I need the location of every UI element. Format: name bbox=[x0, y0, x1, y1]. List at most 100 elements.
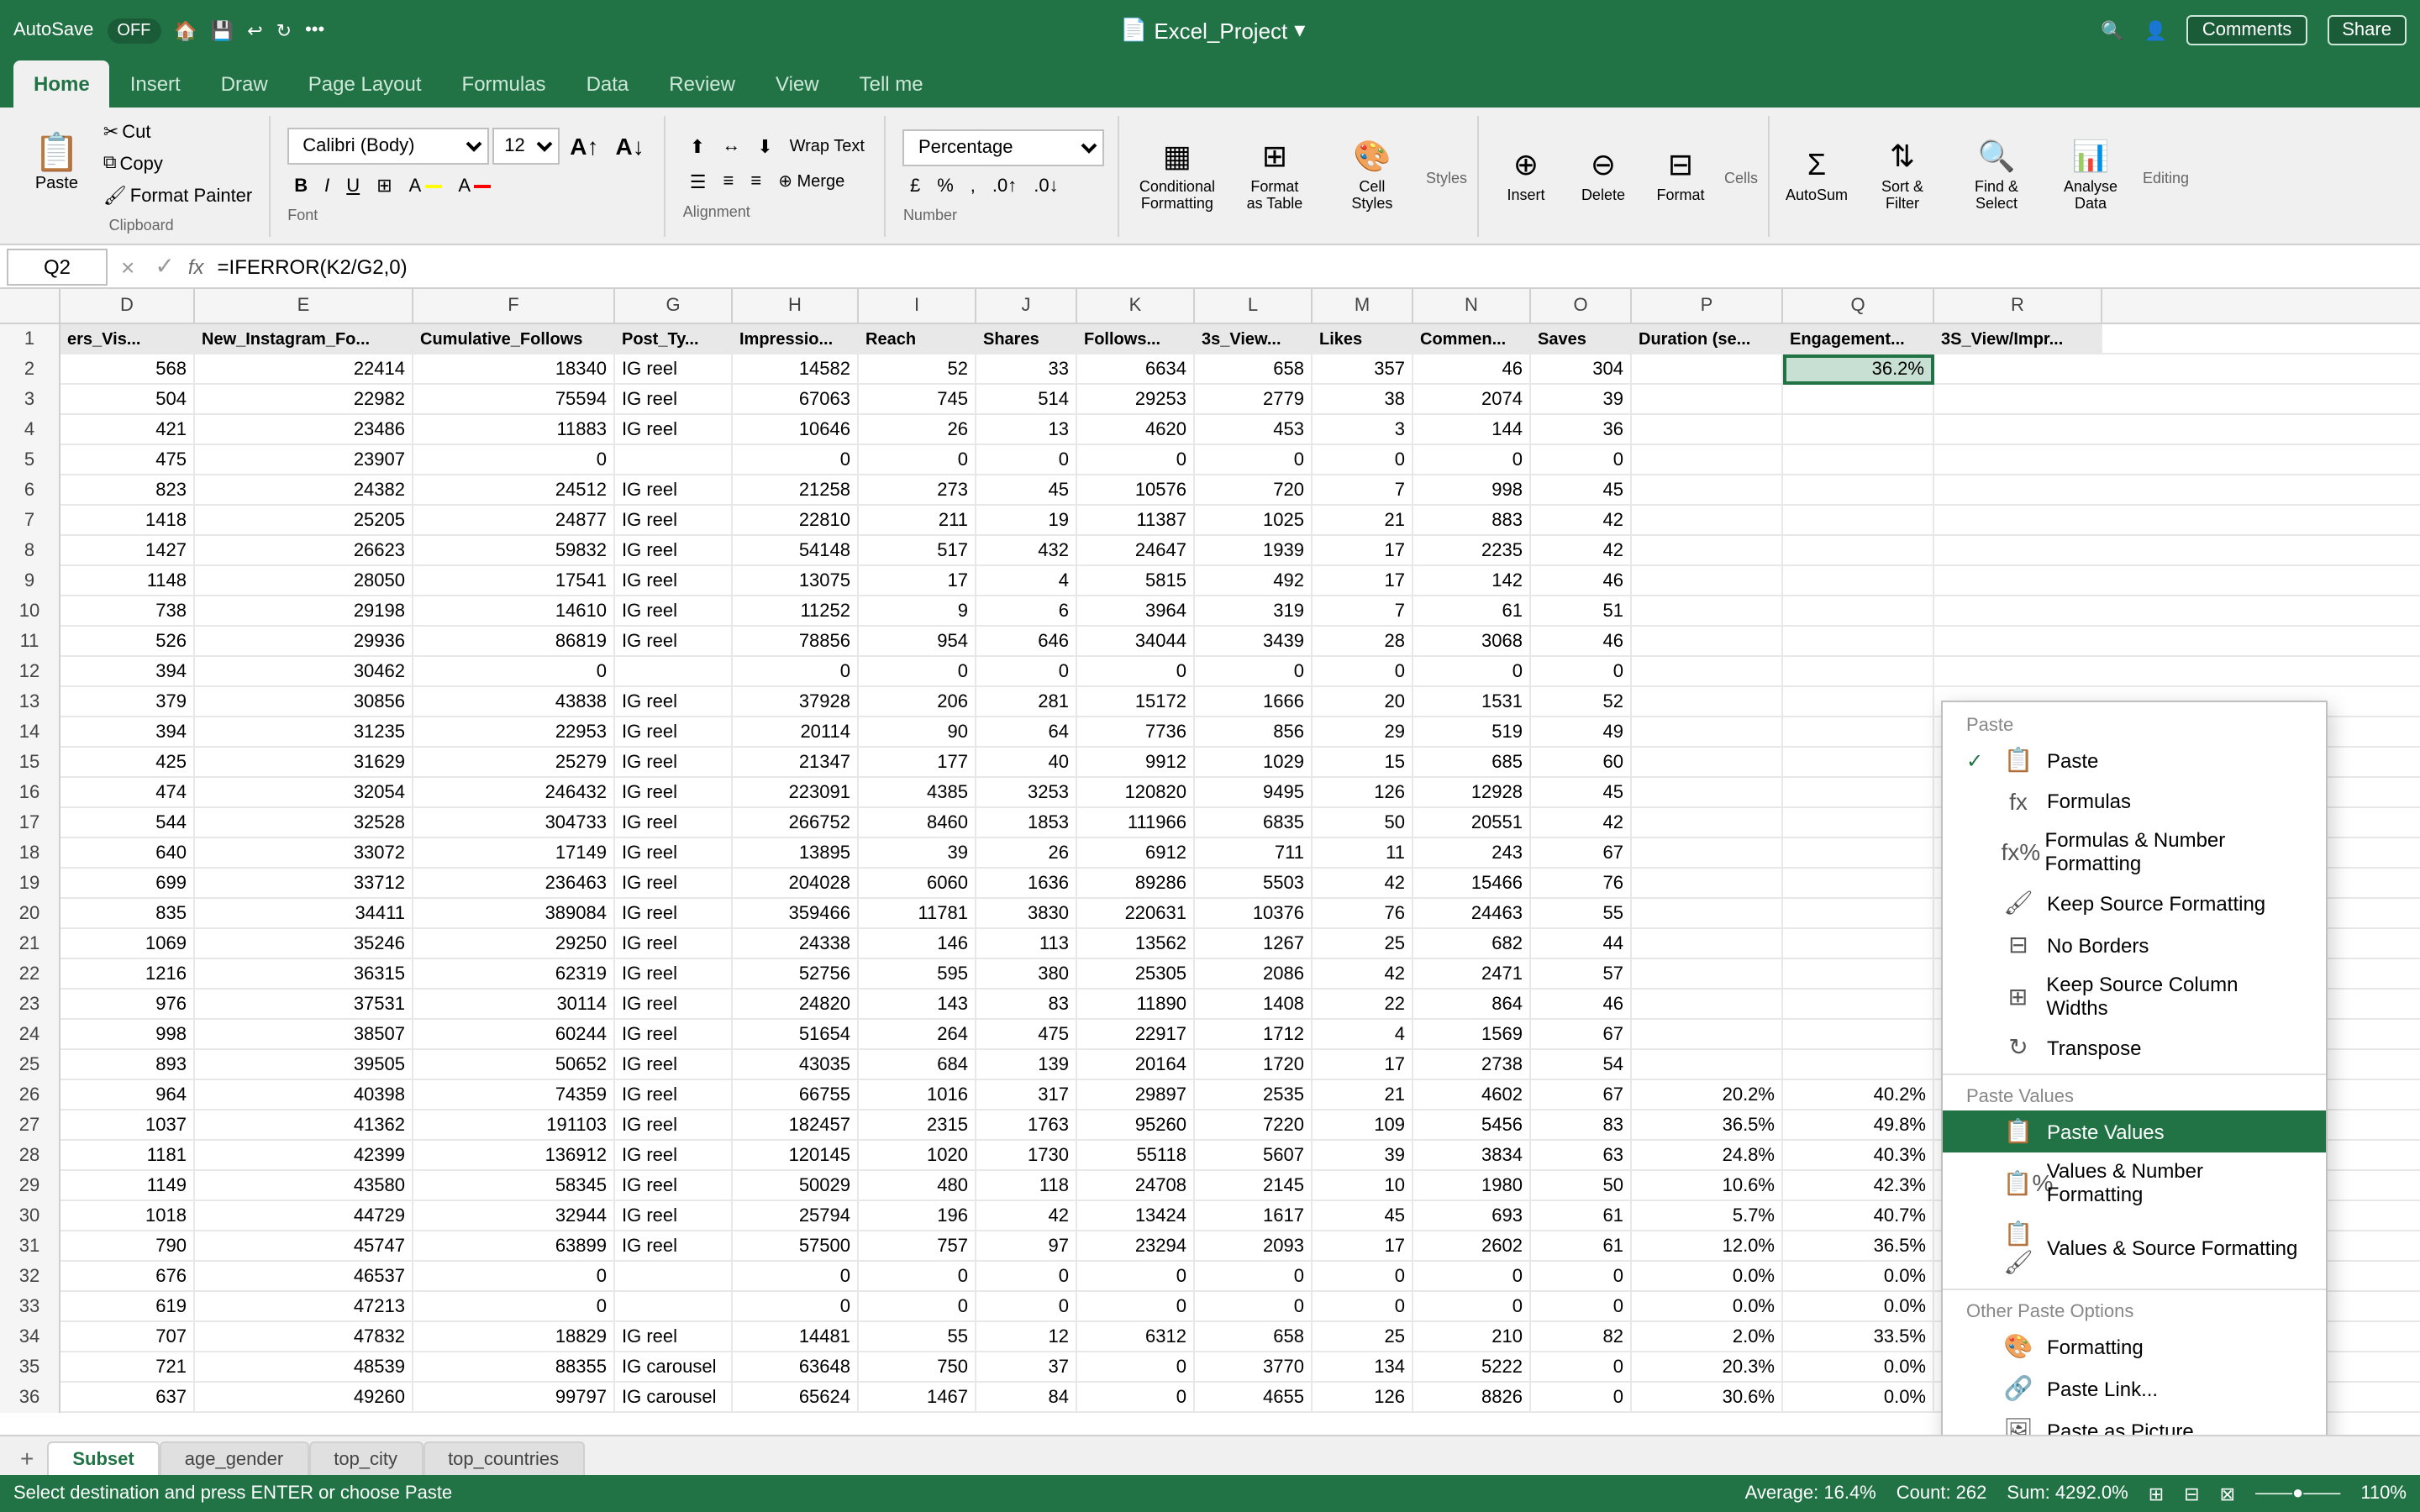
cell[interactable]: 24708 bbox=[1077, 1171, 1195, 1201]
cell[interactable]: 177 bbox=[859, 748, 976, 778]
cell[interactable]: IG reel bbox=[615, 1141, 733, 1171]
align-middle-button[interactable]: ↔ bbox=[715, 133, 747, 160]
sum-button[interactable]: Σ AutoSum bbox=[1783, 144, 1850, 207]
cell[interactable]: 10646 bbox=[733, 415, 859, 445]
cell[interactable]: Saves bbox=[1531, 324, 1632, 354]
cell[interactable]: 33 bbox=[976, 354, 1077, 385]
cell[interactable]: 24382 bbox=[195, 475, 413, 506]
cell[interactable]: 9495 bbox=[1195, 778, 1313, 808]
keep-source-item[interactable]: 🖌 Keep Source Formatting bbox=[1943, 882, 2326, 924]
cell[interactable]: 24338 bbox=[733, 929, 859, 959]
cell[interactable]: IG reel bbox=[615, 415, 733, 445]
cell[interactable]: 658 bbox=[1195, 354, 1313, 385]
cell[interactable]: 40.2% bbox=[1783, 1080, 1934, 1110]
cell[interactable]: 0.0% bbox=[1783, 1292, 1934, 1322]
cell[interactable]: 0 bbox=[1413, 657, 1531, 687]
cell[interactable]: Post_Ty... bbox=[615, 324, 733, 354]
cell[interactable]: 619 bbox=[60, 1292, 195, 1322]
cell[interactable] bbox=[1783, 596, 1934, 627]
cell[interactable]: 0 bbox=[1313, 1292, 1413, 1322]
cell[interactable]: 31629 bbox=[195, 748, 413, 778]
cell[interactable]: 44 bbox=[1531, 929, 1632, 959]
cell[interactable]: 76 bbox=[1313, 899, 1413, 929]
cell[interactable]: 0 bbox=[976, 1292, 1077, 1322]
cell[interactable]: 55 bbox=[1531, 899, 1632, 929]
tab-tell-me[interactable]: Tell me bbox=[839, 60, 944, 108]
col-header-o[interactable]: O bbox=[1531, 289, 1632, 323]
align-bottom-button[interactable]: ⬇ bbox=[750, 132, 779, 160]
cell[interactable]: 31235 bbox=[195, 717, 413, 748]
copy-button[interactable]: ⧉ Copy bbox=[97, 150, 259, 178]
cell[interactable]: 1016 bbox=[859, 1080, 976, 1110]
cell[interactable]: 6912 bbox=[1077, 838, 1195, 869]
cell[interactable]: 36315 bbox=[195, 959, 413, 990]
cell[interactable]: 34044 bbox=[1077, 627, 1195, 657]
cell[interactable]: 86819 bbox=[413, 627, 615, 657]
cell[interactable]: 143 bbox=[859, 990, 976, 1020]
cell[interactable] bbox=[615, 657, 733, 687]
cell[interactable]: 30462 bbox=[195, 657, 413, 687]
cell[interactable]: 46 bbox=[1531, 627, 1632, 657]
cell[interactable]: 0 bbox=[1077, 1292, 1195, 1322]
cell[interactable]: 18829 bbox=[413, 1322, 615, 1352]
tab-data[interactable]: Data bbox=[566, 60, 650, 108]
cell[interactable] bbox=[1632, 445, 1783, 475]
cell[interactable]: 52 bbox=[859, 354, 976, 385]
cell[interactable]: IG reel bbox=[615, 899, 733, 929]
cell[interactable]: 394 bbox=[60, 717, 195, 748]
cell[interactable]: 745 bbox=[859, 385, 976, 415]
cell[interactable] bbox=[1632, 1020, 1783, 1050]
tab-draw[interactable]: Draw bbox=[201, 60, 288, 108]
cell[interactable]: 39 bbox=[859, 838, 976, 869]
cell[interactable]: 23907 bbox=[195, 445, 413, 475]
add-sheet-button[interactable]: + bbox=[7, 1441, 47, 1475]
cell[interactable]: 17 bbox=[1313, 1231, 1413, 1262]
cell[interactable]: 17 bbox=[1313, 536, 1413, 566]
cell[interactable]: IG reel bbox=[615, 1050, 733, 1080]
col-header-q[interactable]: Q bbox=[1783, 289, 1934, 323]
cell[interactable]: 24512 bbox=[413, 475, 615, 506]
cell[interactable]: 1216 bbox=[60, 959, 195, 990]
cell[interactable]: 1712 bbox=[1195, 1020, 1313, 1050]
cell[interactable]: 10376 bbox=[1195, 899, 1313, 929]
cell[interactable] bbox=[1783, 415, 1934, 445]
cell[interactable]: 41362 bbox=[195, 1110, 413, 1141]
bold-button[interactable]: B bbox=[287, 172, 314, 199]
cell[interactable] bbox=[1783, 929, 1934, 959]
cell[interactable]: 640 bbox=[60, 838, 195, 869]
cell[interactable]: 1531 bbox=[1413, 687, 1531, 717]
cell[interactable]: 5815 bbox=[1077, 566, 1195, 596]
cell[interactable]: 389084 bbox=[413, 899, 615, 929]
cell[interactable]: 658 bbox=[1195, 1322, 1313, 1352]
cell[interactable]: 12.0% bbox=[1632, 1231, 1783, 1262]
cell[interactable]: 78856 bbox=[733, 627, 859, 657]
cell[interactable]: 25305 bbox=[1077, 959, 1195, 990]
cell[interactable]: 682 bbox=[1413, 929, 1531, 959]
cell[interactable]: 3770 bbox=[1195, 1352, 1313, 1383]
cell[interactable]: IG reel bbox=[615, 475, 733, 506]
cell[interactable] bbox=[1783, 657, 1934, 687]
cell[interactable]: IG reel bbox=[615, 778, 733, 808]
cell[interactable] bbox=[1632, 899, 1783, 929]
cell[interactable]: 964 bbox=[60, 1080, 195, 1110]
cell[interactable]: 0 bbox=[1413, 445, 1531, 475]
cell[interactable]: 63648 bbox=[733, 1352, 859, 1383]
cell[interactable]: 22982 bbox=[195, 385, 413, 415]
cell[interactable]: 0 bbox=[859, 1292, 976, 1322]
cell[interactable]: 281 bbox=[976, 687, 1077, 717]
cell[interactable]: 37928 bbox=[733, 687, 859, 717]
wrap-text-button[interactable]: Wrap Text bbox=[783, 134, 871, 159]
cell[interactable]: 4655 bbox=[1195, 1383, 1313, 1413]
cell[interactable]: 13562 bbox=[1077, 929, 1195, 959]
cell[interactable] bbox=[1783, 838, 1934, 869]
cell[interactable]: 47832 bbox=[195, 1322, 413, 1352]
cell[interactable]: 17 bbox=[1313, 1050, 1413, 1080]
cell[interactable]: 1980 bbox=[1413, 1171, 1531, 1201]
cell[interactable]: 1720 bbox=[1195, 1050, 1313, 1080]
cell[interactable]: 1069 bbox=[60, 929, 195, 959]
align-center-button[interactable]: ≡ bbox=[717, 168, 741, 195]
cell[interactable]: 823 bbox=[60, 475, 195, 506]
cell[interactable]: 425 bbox=[60, 748, 195, 778]
undo-icon[interactable]: ↩ bbox=[247, 19, 262, 41]
cell[interactable]: 22953 bbox=[413, 717, 615, 748]
